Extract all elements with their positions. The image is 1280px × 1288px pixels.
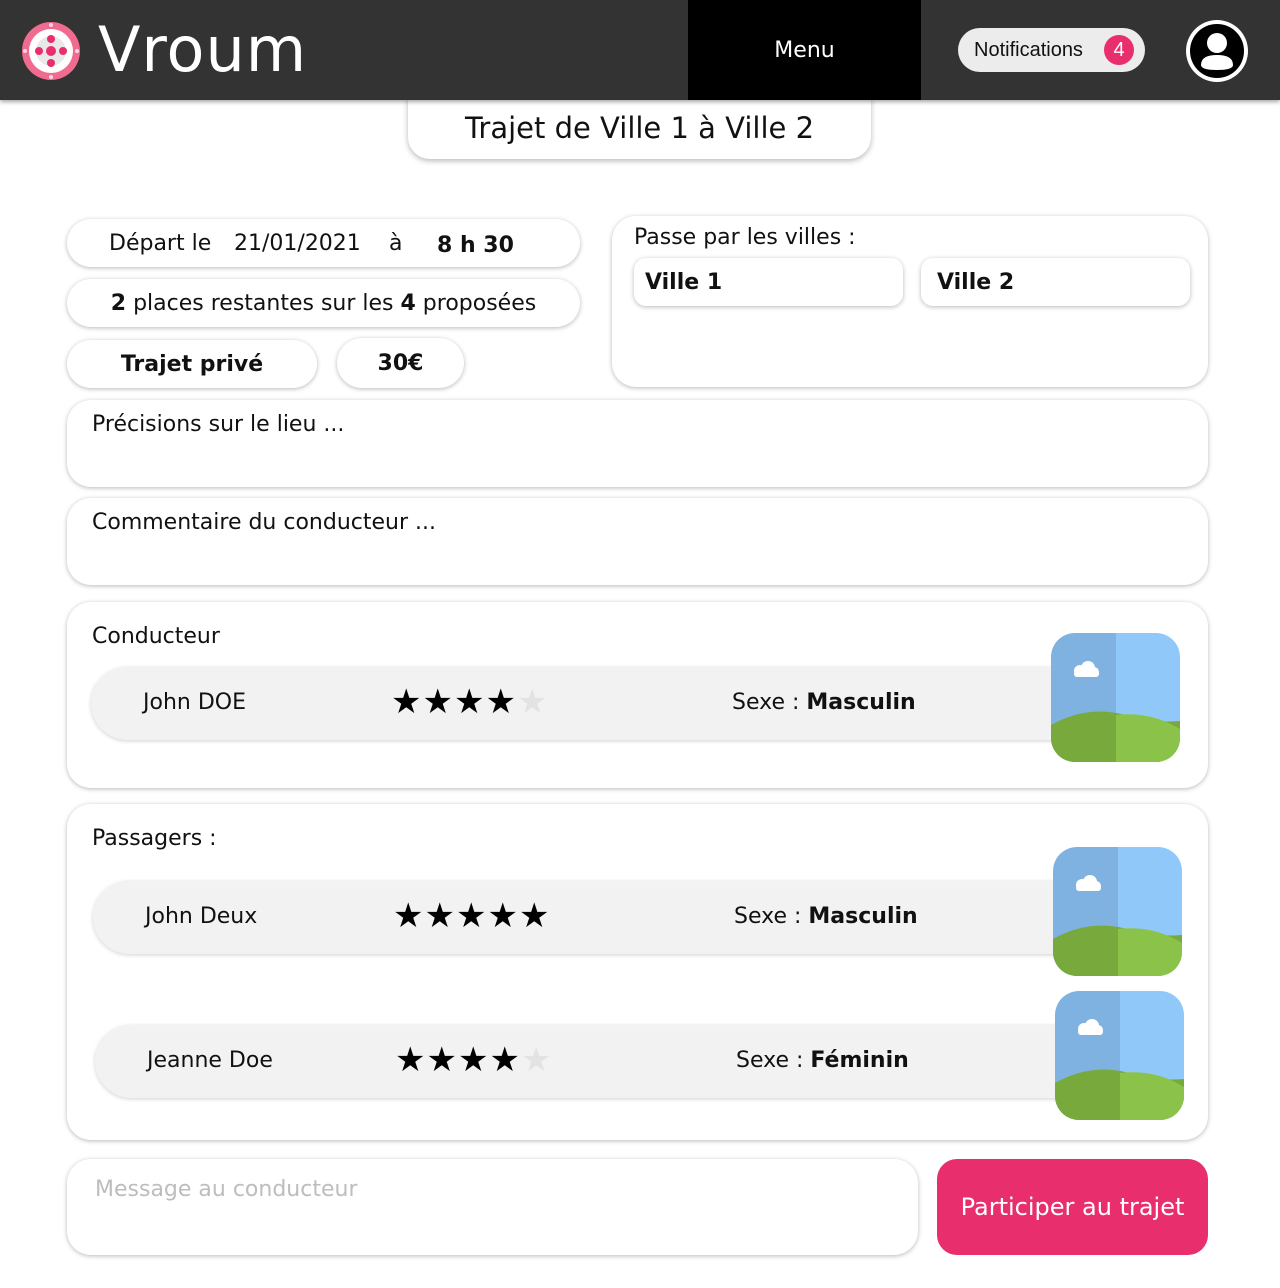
- notifications-label: Notifications: [974, 38, 1083, 61]
- city-chip[interactable]: Ville 1: [634, 258, 903, 306]
- places-box: 2 places restantes sur les 4 proposées: [67, 279, 580, 327]
- price-badge: 30€: [337, 338, 464, 388]
- driver-rating-stars: ★★★★★: [391, 682, 548, 722]
- sex-label: Sexe :: [732, 690, 800, 715]
- star-filled-icon: ★: [455, 896, 488, 936]
- star-filled-icon: ★: [453, 682, 486, 722]
- star-filled-icon: ★: [489, 1040, 521, 1080]
- trip-price: 30€: [377, 350, 424, 376]
- driver-comment-box: Commentaire du conducteur ...: [67, 498, 1208, 585]
- location-details-box: Précisions sur le lieu ...: [67, 400, 1208, 487]
- star-filled-icon: ★: [424, 896, 456, 936]
- driver-name: John DOE: [143, 690, 246, 715]
- image-placeholder-icon: [1055, 991, 1184, 1120]
- notifications-count-badge: 4: [1104, 35, 1134, 65]
- passenger-photo[interactable]: [1053, 847, 1182, 976]
- city-chip-label: Ville 2: [937, 269, 1015, 295]
- places-text-2: proposées: [415, 290, 537, 316]
- total-places: 4: [400, 290, 416, 316]
- driver-row[interactable]: John DOE ★★★★★ Sexe : Masculin: [91, 667, 1091, 740]
- departure-label: Départ le: [109, 231, 212, 256]
- notifications-button[interactable]: Notifications 4: [958, 28, 1145, 72]
- image-placeholder-icon: [1051, 633, 1180, 762]
- passengers-section-label: Passagers :: [92, 826, 217, 851]
- driver-photo[interactable]: [1051, 633, 1180, 762]
- via-cities-label: Passe par les villes :: [634, 225, 856, 250]
- location-details-text: Précisions sur le lieu ...: [92, 412, 345, 437]
- passenger-rating-stars: ★★★★★: [395, 1040, 552, 1080]
- departure-time: 8 h 30: [437, 233, 514, 258]
- sex-value: Masculin: [806, 690, 916, 715]
- star-filled-icon: ★: [395, 1040, 427, 1080]
- driver-sex: Sexe : Masculin: [732, 690, 916, 715]
- sex-label: Sexe :: [736, 1048, 804, 1073]
- menu-button[interactable]: Menu: [688, 0, 921, 100]
- brand-name[interactable]: Vroum: [98, 10, 307, 90]
- wheel-logo-icon[interactable]: [20, 20, 82, 82]
- departure-date: 21/01/2021: [234, 231, 361, 256]
- at-label: à: [389, 231, 403, 256]
- star-filled-icon: ★: [422, 682, 454, 722]
- city-chip-label: Ville 1: [645, 269, 723, 295]
- places-text-1: places restantes sur les: [126, 290, 401, 316]
- passenger-photo[interactable]: [1055, 991, 1184, 1120]
- via-cities-card: Passe par les villes : Ville 1 Ville 2: [612, 216, 1208, 387]
- passenger-sex: Sexe : Féminin: [736, 1048, 909, 1073]
- sex-label: Sexe :: [734, 904, 802, 929]
- star-empty-icon: ★: [520, 1040, 553, 1080]
- sex-value: Masculin: [808, 904, 918, 929]
- star-filled-icon: ★: [426, 1040, 458, 1080]
- image-placeholder-icon: [1053, 847, 1182, 976]
- trip-type: Trajet privé: [120, 351, 264, 377]
- city-chip[interactable]: Ville 2: [921, 258, 1190, 306]
- star-empty-icon: ★: [516, 682, 549, 722]
- participate-button[interactable]: Participer au trajet: [937, 1159, 1208, 1255]
- passenger-name: Jeanne Doe: [147, 1048, 273, 1073]
- departure-box: Départ le 21/01/2021 à 8 h 30: [67, 219, 580, 267]
- passenger-rating-stars: ★★★★★: [393, 896, 550, 936]
- trip-title: Trajet de Ville 1 à Ville 2: [408, 96, 871, 159]
- remaining-places: 2: [110, 290, 127, 316]
- trip-type-badge: Trajet privé: [67, 340, 317, 388]
- passenger-sex: Sexe : Masculin: [734, 904, 918, 929]
- passenger-row[interactable]: Jeanne Doe ★★★★★ Sexe : Féminin: [95, 1025, 1095, 1098]
- passenger-name: John Deux: [145, 904, 258, 929]
- driver-section-label: Conducteur: [92, 624, 220, 649]
- top-bar: Vroum Menu Notifications 4: [0, 0, 1280, 100]
- star-filled-icon: ★: [485, 682, 517, 722]
- star-filled-icon: ★: [518, 896, 551, 936]
- message-placeholder: Message au conducteur: [95, 1177, 358, 1202]
- star-filled-icon: ★: [391, 682, 423, 722]
- driver-comment-text: Commentaire du conducteur ...: [92, 510, 436, 535]
- star-filled-icon: ★: [457, 1040, 490, 1080]
- star-filled-icon: ★: [393, 896, 425, 936]
- places-text: 2 places restantes sur les 4 proposées: [111, 291, 536, 316]
- passenger-row[interactable]: John Deux ★★★★★ Sexe : Masculin: [93, 881, 1093, 954]
- star-filled-icon: ★: [487, 896, 519, 936]
- sex-value: Féminin: [810, 1048, 909, 1073]
- user-avatar-icon[interactable]: [1184, 18, 1250, 84]
- message-input[interactable]: Message au conducteur: [67, 1159, 918, 1255]
